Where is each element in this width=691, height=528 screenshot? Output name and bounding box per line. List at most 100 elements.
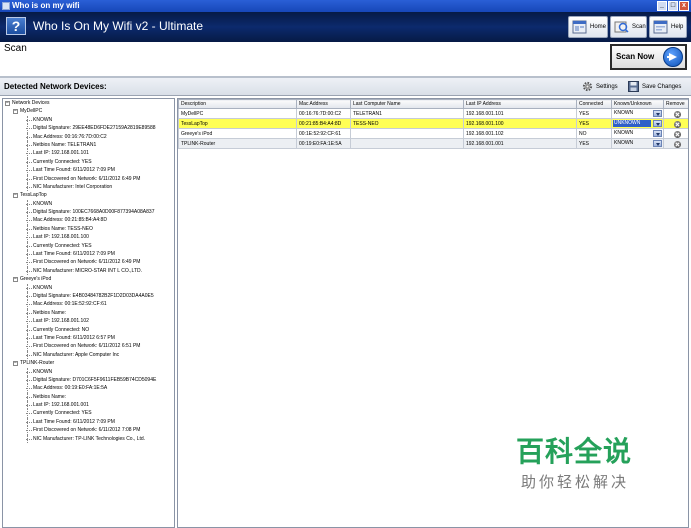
cell-description[interactable]: Greeye's iPod	[178, 128, 297, 139]
table-row-selected[interactable]: TessLapTop 00:21:85:B4:A4:8D TESS-NEO 192.1…	[178, 118, 688, 129]
tree-connector	[26, 203, 32, 205]
chevron-down-icon[interactable]	[653, 120, 662, 127]
tree-detail-item[interactable]: KNOWN	[3, 115, 174, 125]
table-row[interactable]: Greeye's iPod 00:1E:52:92:CF:61 192.168.00…	[178, 128, 688, 139]
table-row[interactable]: MyDellPC 00:16:76:7D:00:C2 TELETRAN1 192.16…	[178, 108, 688, 119]
cell-description[interactable]: MyDellPC	[178, 108, 297, 119]
question-mark-icon: ?	[6, 17, 26, 35]
column-header-description[interactable]: Description	[178, 99, 297, 109]
remove-icon[interactable]	[673, 140, 681, 148]
tree-connector	[26, 371, 32, 373]
tree-detail-item[interactable]: Last Time Found: 6/11/2012 7:09 PM	[3, 250, 174, 259]
tree-detail-item[interactable]: Currently Connected: YES	[3, 241, 174, 251]
known-unknown-select[interactable]: KNOWN	[611, 108, 664, 119]
remove-icon[interactable]	[673, 120, 681, 128]
home-button[interactable]: Home	[568, 16, 608, 38]
tree-detail-item[interactable]: Digital Signature: E4B03484782B2F1D2D03D…	[3, 291, 174, 301]
tree-detail-item[interactable]: KNOWN	[3, 199, 174, 209]
tree-detail-label: First Discovered on Network: 6/11/2012 6…	[33, 343, 141, 350]
tree-detail-item[interactable]: Currently Connected: NO	[3, 325, 174, 334]
tree-detail-item[interactable]: Last Time Found: 6/11/2012 6:57 PM	[3, 333, 174, 343]
chevron-down-icon[interactable]	[653, 110, 662, 117]
scan-now-label: Scan Now	[616, 52, 655, 61]
tree-root[interactable]: − Network Devices	[3, 99, 174, 107]
settings-button[interactable]: Settings	[582, 81, 618, 93]
column-header-connected[interactable]: Connected	[576, 99, 612, 109]
tree-detail-item[interactable]: Mac Address: 00:16:76:7D:00:C2	[3, 132, 174, 141]
collapse-icon[interactable]: −	[13, 109, 18, 115]
tree-detail-item[interactable]: KNOWN	[3, 367, 174, 376]
minimize-button[interactable]: _	[657, 1, 667, 11]
scan-tab-button[interactable]: Scan	[610, 16, 647, 38]
tree-detail-label: Currently Connected: YES	[33, 410, 92, 417]
tree-detail-item[interactable]: Last IP: 192.168.001.100	[3, 233, 174, 242]
tree-detail-item[interactable]: Netbios Name:	[3, 308, 174, 318]
tree-device-node[interactable]: − Greeye's iPod	[3, 275, 174, 283]
remove-icon[interactable]	[673, 110, 681, 118]
column-header-known-unknown[interactable]: Known/Unknown	[611, 99, 664, 109]
collapse-icon[interactable]: −	[13, 277, 18, 283]
tree-detail-item[interactable]: Last Time Found: 6/11/2012 7:09 PM	[3, 166, 174, 175]
tree-connector	[26, 329, 32, 331]
tree-detail-item[interactable]: NIC Manufacturer: Apple Computer Inc	[3, 350, 174, 360]
tree-detail-item[interactable]: First Discovered on Network: 6/11/2012 7…	[3, 426, 174, 435]
scan-now-button[interactable]: Scan Now	[610, 44, 687, 70]
tree-connector	[26, 161, 32, 163]
tree-connector	[26, 321, 32, 323]
tree-connector	[26, 312, 32, 314]
column-header-ip[interactable]: Last IP Address	[463, 99, 577, 109]
tree-detail-item[interactable]: Last IP: 192.168.001.001	[3, 401, 174, 410]
tree-detail-item[interactable]: Mac Address: 00:19:E0:FA:1E:5A	[3, 384, 174, 393]
tree-detail-item[interactable]: Digital Signature: 29EE48ED6FDE27159A281…	[3, 124, 174, 133]
tree-detail-item[interactable]: NIC Manufacturer: Intel Corporation	[3, 182, 174, 192]
column-header-mac[interactable]: Mac Address	[296, 99, 351, 109]
tree-detail-item[interactable]: First Discovered on Network: 6/11/2012 6…	[3, 174, 174, 183]
tree-detail-item[interactable]: Last IP: 192.168.001.101	[3, 149, 174, 158]
maximize-button[interactable]: □	[668, 1, 678, 11]
remove-icon[interactable]	[673, 130, 681, 138]
tree-device-node[interactable]: − MyDellPC	[3, 107, 174, 115]
tree-detail-item[interactable]: Last Time Found: 6/11/2012 7:09 PM	[3, 417, 174, 427]
tree-detail-item[interactable]: KNOWN	[3, 283, 174, 292]
column-header-computer-name[interactable]: Last Computer Name	[350, 99, 464, 109]
tree-detail-item[interactable]: Digital Signature: 100EC7668A0D00F877394…	[3, 208, 174, 217]
close-button[interactable]: x	[679, 1, 689, 11]
tree-detail-item[interactable]: First Discovered on Network: 6/11/2012 6…	[3, 342, 174, 351]
tree-detail-item[interactable]: Netbios Name: TESS-NEO	[3, 224, 174, 234]
tree-detail-item[interactable]: Digital Signature: D701C6F5F9611FEB59B74…	[3, 375, 174, 385]
tree-detail-item[interactable]: Currently Connected: YES	[3, 157, 174, 167]
tree-device-node[interactable]: − TessLapTop	[3, 191, 174, 199]
collapse-icon[interactable]: −	[13, 361, 18, 367]
tree-detail-item[interactable]: Netbios Name:	[3, 392, 174, 402]
tree-detail-item[interactable]: First Discovered on Network: 6/11/2012 6…	[3, 258, 174, 267]
tree-detail-item[interactable]: Mac Address: 00:21:85:B4:A4:8D	[3, 216, 174, 225]
tree-detail-item[interactable]: NIC Manufacturer: TP-LINK Technologies C…	[3, 434, 174, 444]
tree-detail-item[interactable]: Mac Address: 00:1E:52:92:CF:61	[3, 300, 174, 309]
tree-detail-item[interactable]: Netbios Name: TELETRAN1	[3, 140, 174, 150]
tree-detail-label: First Discovered on Network: 6/11/2012 7…	[33, 427, 141, 434]
tree-detail-label: Netbios Name: TESS-NEO	[33, 225, 93, 232]
known-unknown-select[interactable]: KNOWN	[611, 138, 664, 149]
collapse-icon[interactable]: −	[13, 193, 18, 199]
tree-connector	[26, 438, 32, 440]
tree-detail-item[interactable]: Currently Connected: YES	[3, 409, 174, 418]
tree-detail-label: Last IP: 192.168.001.101	[33, 150, 89, 157]
cell-remove	[663, 118, 688, 129]
save-changes-button[interactable]: Save Changes	[628, 81, 681, 93]
column-header-remove[interactable]: Remove	[663, 99, 688, 109]
tree-detail-item[interactable]: Last IP: 192.168.001.102	[3, 317, 174, 326]
tree-detail-item[interactable]: NIC Manufacturer: MICRO-STAR INT L CO.,L…	[3, 266, 174, 276]
app-system-icon[interactable]	[2, 2, 10, 10]
tree-device-node[interactable]: − TPLINK-Router	[3, 359, 174, 367]
chevron-down-icon[interactable]	[653, 130, 662, 137]
help-button[interactable]: Help	[649, 16, 687, 38]
table-row[interactable]: TPLINK-Router 00:19:E0:FA:1E:5A 192.168.00…	[178, 138, 688, 149]
known-unknown-select[interactable]: KNOWN	[611, 128, 664, 139]
tree-detail-label: Digital Signature: 100EC7668A0D00F877394…	[33, 209, 155, 216]
cell-description[interactable]: TessLapTop	[178, 118, 297, 129]
cell-description[interactable]: TPLINK-Router	[178, 138, 297, 149]
collapse-icon[interactable]: −	[5, 101, 10, 106]
known-unknown-select[interactable]: UNKNOWN	[611, 118, 664, 129]
chevron-down-icon[interactable]	[653, 140, 662, 147]
cell-mac: 00:16:76:7D:00:C2	[296, 108, 351, 119]
